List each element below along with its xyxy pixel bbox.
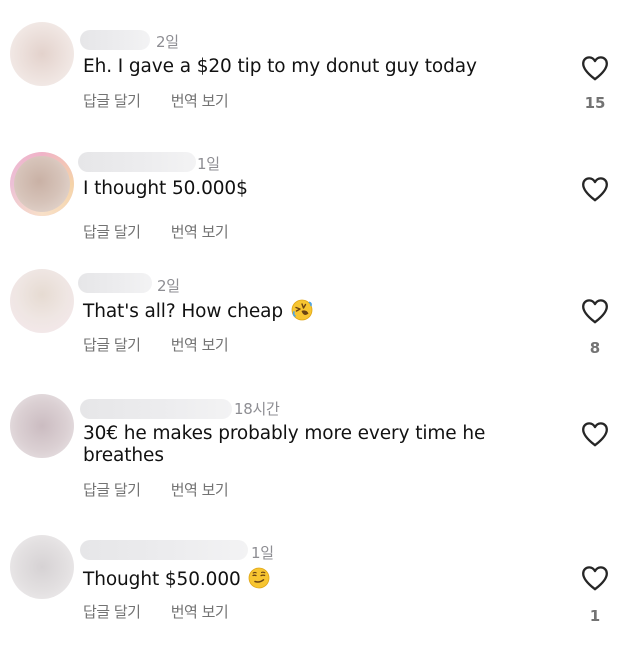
see-translation-button[interactable]: 번역 보기 xyxy=(171,336,229,354)
heart-outline-icon xyxy=(582,299,608,324)
comment-item: 2일 Eh. I gave a $20 tip to my donut guy … xyxy=(0,0,640,130)
rolling-on-floor-laughing-icon xyxy=(291,299,313,321)
comment-timestamp: 2일 xyxy=(156,33,179,51)
like-count: 8 xyxy=(589,339,601,357)
like-count: 15 xyxy=(584,94,606,112)
like-button[interactable] xyxy=(580,54,610,82)
see-translation-button[interactable]: 번역 보기 xyxy=(171,603,229,621)
reply-button[interactable]: 답글 달기 xyxy=(83,223,141,241)
smirking-face-emoji xyxy=(248,567,270,589)
heart-outline-icon xyxy=(582,422,608,447)
avatar-image xyxy=(14,156,70,212)
reply-button[interactable]: 답글 달기 xyxy=(83,603,141,621)
avatar[interactable] xyxy=(10,152,74,216)
like-button[interactable] xyxy=(580,297,610,325)
comment-text-content: Thought $50.000 xyxy=(83,569,241,590)
reply-button[interactable]: 답글 달기 xyxy=(83,92,141,110)
comment-timestamp: 2일 xyxy=(157,277,180,295)
comment-actions: 답글 달기 번역 보기 xyxy=(83,221,229,242)
comment-item: 2일 That's all? How cheap 답글 달기 번역 보기 8 xyxy=(0,255,640,380)
comment-item: 1일 I thought 50.000$ 답글 달기 번역 보기 xyxy=(0,130,640,255)
rolling-on-floor-laughing-emoji xyxy=(291,299,313,321)
heart-outline-icon xyxy=(582,177,608,202)
like-button[interactable] xyxy=(580,564,610,592)
see-translation-button[interactable]: 번역 보기 xyxy=(171,92,229,110)
heart-outline-icon xyxy=(582,56,608,81)
like-count: 1 xyxy=(589,607,601,625)
reply-button[interactable]: 답글 달기 xyxy=(83,481,141,499)
comment-timestamp: 1일 xyxy=(197,155,220,173)
see-translation-button[interactable]: 번역 보기 xyxy=(171,223,229,241)
username-blurred[interactable] xyxy=(78,152,196,172)
comment-text: 30€ he makes probably more every time he… xyxy=(83,423,486,466)
username-blurred[interactable] xyxy=(80,399,232,419)
avatar[interactable] xyxy=(10,394,74,458)
comment-text: Eh. I gave a $20 tip to my donut guy tod… xyxy=(83,56,477,77)
comment-actions: 답글 달기 번역 보기 xyxy=(83,334,229,355)
see-translation-button[interactable]: 번역 보기 xyxy=(171,481,229,499)
like-button[interactable] xyxy=(580,175,610,203)
username-blurred[interactable] xyxy=(80,30,150,50)
smirking-face-icon xyxy=(249,567,270,589)
comment-actions: 답글 달기 번역 보기 xyxy=(83,479,229,500)
comment-item: 1일 Thought $50.000 답글 달기 번역 보기 1 xyxy=(0,520,640,647)
reply-button[interactable]: 답글 달기 xyxy=(83,336,141,354)
username-blurred[interactable] xyxy=(80,540,248,560)
comment-timestamp: 18시간 xyxy=(234,400,280,418)
avatar[interactable] xyxy=(10,22,74,86)
heart-outline-icon xyxy=(582,566,608,591)
comment-item: 18시간 30€ he makes probably more every ti… xyxy=(0,380,640,520)
comment-actions: 답글 달기 번역 보기 xyxy=(83,601,229,622)
comment-timestamp: 1일 xyxy=(251,544,274,562)
like-button[interactable] xyxy=(580,420,610,448)
avatar[interactable] xyxy=(10,269,74,333)
comment-text-content: That's all? How cheap xyxy=(83,301,284,322)
comment-text: Thought $50.000 xyxy=(83,567,543,591)
comment-actions: 답글 달기 번역 보기 xyxy=(83,90,229,111)
avatar[interactable] xyxy=(10,535,74,599)
comment-text: That's all? How cheap xyxy=(83,299,543,323)
comment-text: I thought 50.000$ xyxy=(83,178,248,199)
username-blurred[interactable] xyxy=(78,273,152,293)
